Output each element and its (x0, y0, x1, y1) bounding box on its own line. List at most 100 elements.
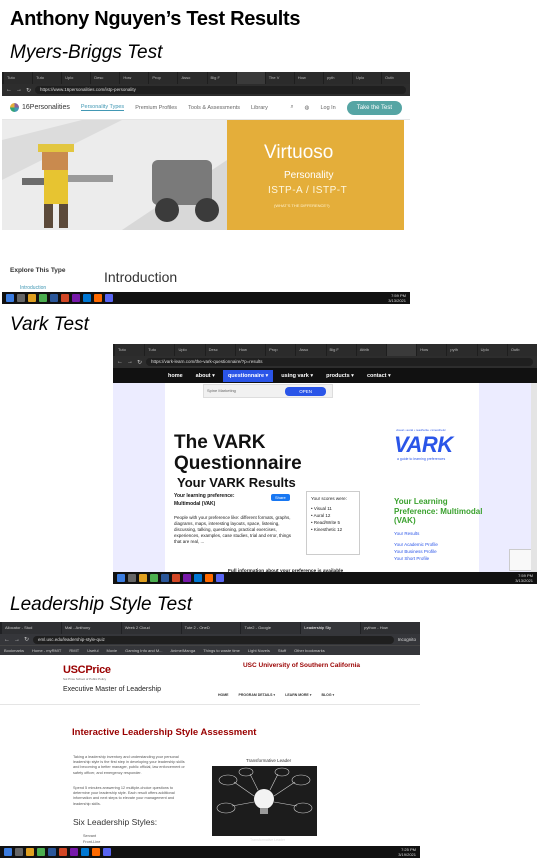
reload-icon[interactable]: ↻ (137, 359, 142, 366)
browser-tab[interactable]: Desc (91, 72, 120, 84)
browser-tab[interactable]: Uplo (477, 344, 507, 356)
folder-icon[interactable] (28, 294, 36, 302)
word-icon[interactable] (161, 574, 169, 582)
chrome-icon[interactable] (37, 848, 45, 856)
nav-learn-more[interactable]: LEARN MORE ▾ (285, 693, 311, 697)
nav-tools-assessments[interactable]: Tools & Assessments (188, 105, 240, 111)
nav-blog[interactable]: BLOG ▾ (321, 693, 334, 697)
address-input[interactable]: https://vark-learn.com/the-vark-question… (146, 358, 533, 366)
bookmark[interactable]: Other bookmarks (294, 648, 325, 653)
browser-tab[interactable]: Desc (205, 344, 235, 356)
browser-tab[interactable]: Prop (266, 344, 296, 356)
search-icon[interactable] (128, 574, 136, 582)
browser-tab[interactable]: How (417, 344, 447, 356)
browser-tab[interactable]: python - How (361, 622, 420, 634)
link-business-profile[interactable]: Your Business Profile (394, 548, 438, 555)
discord-icon[interactable] (216, 574, 224, 582)
address-input[interactable]: eml.usc.edu/leadership-style-quiz (33, 635, 394, 644)
browser-tab[interactable]: Asso (178, 72, 207, 84)
browser-tab[interactable]: Uplo (352, 72, 382, 84)
chrome-icon[interactable] (39, 294, 47, 302)
bookmark[interactable]: RMIT (69, 648, 79, 653)
browser-tab[interactable]: pyth (323, 72, 352, 84)
onenote-icon[interactable] (70, 848, 78, 856)
browser-tab[interactable]: pyth (447, 344, 477, 356)
firefox-icon[interactable] (205, 574, 213, 582)
nav-contact[interactable]: contact ▾ (362, 370, 396, 382)
nav-about[interactable]: about ▾ (191, 370, 220, 382)
discord-icon[interactable] (103, 848, 111, 856)
bookmark[interactable]: Useful (87, 648, 98, 653)
browser-tab[interactable]: How (294, 72, 323, 84)
browser-tab[interactable]: Prop (149, 72, 178, 84)
nav-home[interactable]: home (163, 370, 188, 382)
link-your-results[interactable]: Your Results (394, 530, 438, 537)
start-icon[interactable] (4, 848, 12, 856)
browser-tab-active[interactable] (236, 72, 265, 84)
bookmark[interactable]: Light Novels (248, 648, 270, 653)
start-icon[interactable] (117, 574, 125, 582)
share-button[interactable]: Share (271, 494, 290, 501)
address-input[interactable]: https://www.16personalities.com/istp-per… (35, 86, 406, 94)
browser-tab[interactable]: Tuto (145, 344, 175, 356)
firefox-icon[interactable] (94, 294, 102, 302)
nav-questionnaire[interactable]: questionnaire ▾ (222, 369, 274, 382)
folder-icon[interactable] (26, 848, 34, 856)
globe-icon[interactable]: ◍ (305, 105, 310, 111)
bookmark[interactable]: Gaming Info and M... (125, 648, 162, 653)
browser-tab[interactable]: Week 2 Cloud (121, 622, 181, 634)
browser-tab[interactable]: Tute2 - Google (241, 622, 301, 634)
search-icon[interactable] (17, 294, 25, 302)
discord-icon[interactable] (105, 294, 113, 302)
browser-tab[interactable]: Big F (326, 344, 356, 356)
incognito-indicator[interactable]: Incognito (398, 637, 416, 642)
folder-icon[interactable] (139, 574, 147, 582)
school-logo[interactable]: USCPrice (63, 664, 111, 676)
mail-icon[interactable] (194, 574, 202, 582)
nav-library[interactable]: Library (251, 105, 268, 111)
forward-icon[interactable]: → (16, 87, 22, 93)
bookmark[interactable]: Movie (106, 648, 117, 653)
sidebar-item-introduction[interactable]: Introduction (20, 285, 46, 291)
login-link[interactable]: Log In (320, 105, 335, 111)
scrollbar[interactable] (531, 383, 537, 572)
nav-personality-types[interactable]: Personality Types (80, 104, 125, 111)
nav-home[interactable]: HOME (218, 693, 229, 697)
browser-tab[interactable]: Tuto (115, 344, 145, 356)
onenote-icon[interactable] (183, 574, 191, 582)
take-test-button[interactable]: Take the Test (346, 100, 402, 115)
bookmark[interactable]: Home - myRMIT (32, 648, 61, 653)
bookmark[interactable]: Stuff (278, 648, 286, 653)
ad-banner[interactable]: Spine Marketing OPEN (203, 384, 333, 398)
browser-tab[interactable]: Outb (382, 72, 410, 84)
reload-icon[interactable]: ↻ (26, 87, 31, 94)
browser-tab[interactable]: Tute 2 - OneD (181, 622, 241, 634)
browser-tab[interactable]: Uplo (62, 72, 91, 84)
browser-tab[interactable]: How (235, 344, 266, 356)
powerpoint-icon[interactable] (61, 294, 69, 302)
browser-tab-active[interactable] (386, 344, 417, 356)
nav-products[interactable]: products ▾ (321, 370, 359, 382)
powerpoint-icon[interactable] (172, 574, 180, 582)
back-icon[interactable]: ← (4, 637, 10, 643)
word-icon[interactable] (48, 848, 56, 856)
back-icon[interactable]: ← (117, 359, 123, 365)
back-icon[interactable]: ← (6, 87, 12, 93)
link-academic-profile[interactable]: Your Academic Profile (394, 541, 438, 548)
browser-tab[interactable]: Tuto (4, 72, 33, 84)
reload-icon[interactable]: ↻ (24, 636, 29, 643)
forward-icon[interactable]: → (14, 637, 20, 643)
bookmark[interactable]: Bookmarks (4, 648, 24, 653)
browser-tab-active[interactable]: Leadership Sty (301, 622, 361, 634)
browser-tab[interactable]: Uplo (175, 344, 205, 356)
chrome-icon[interactable] (150, 574, 158, 582)
nav-program-details[interactable]: PROGRAM DETAILS ▾ (239, 693, 276, 697)
powerpoint-icon[interactable] (59, 848, 67, 856)
onenote-icon[interactable] (72, 294, 80, 302)
bookmark[interactable]: Anime/Manga (171, 648, 196, 653)
word-icon[interactable] (50, 294, 58, 302)
difference-link[interactable]: (WHAT’S THE DIFFERENCE?) (274, 203, 330, 208)
browser-tab[interactable]: Tuto (33, 72, 62, 84)
search-icon[interactable] (15, 848, 23, 856)
browser-tab[interactable]: Asso (296, 344, 326, 356)
